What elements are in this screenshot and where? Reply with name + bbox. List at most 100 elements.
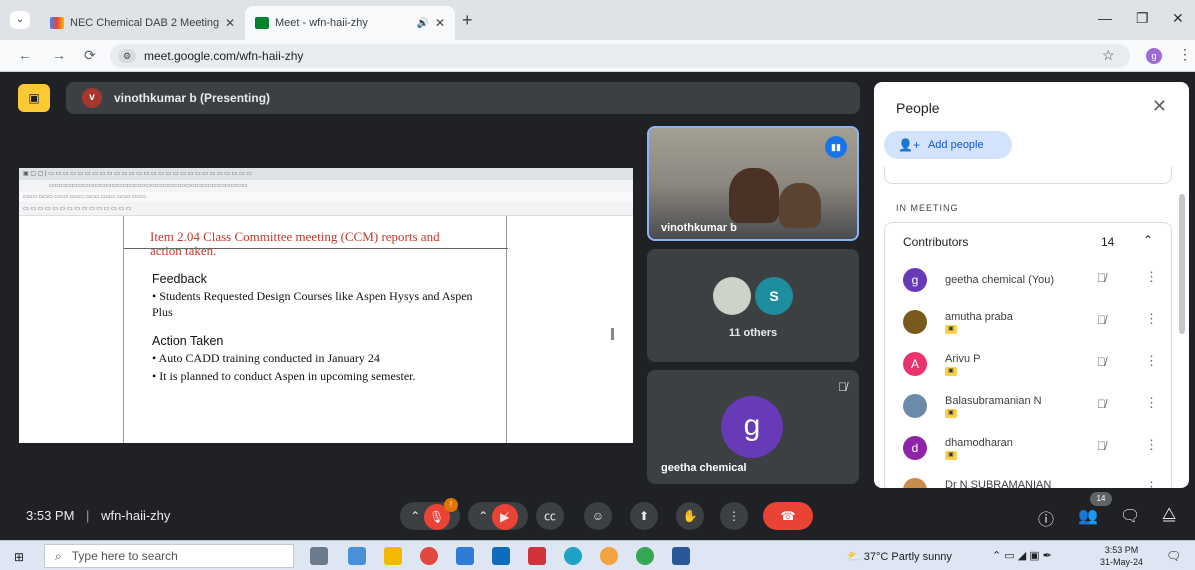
profile-avatar[interactable]: g — [1146, 48, 1162, 64]
meeting-clock: 3:53 PM | wfn-haii-zhy — [26, 508, 171, 523]
people-count-badge: 14 — [1090, 492, 1112, 506]
participant-tile-camera[interactable]: ▮▮ vinothkumar b — [647, 126, 859, 241]
shared-bookmarks-bar: ▭▭▭ ▭▭▭ ▭▭▭ ▭▭▭ ▭▭▭ ▭▭▭ ▭▭▭ ▭▭▭ — [19, 192, 633, 202]
search-people-field[interactable] — [884, 166, 1172, 184]
action-taken-title: Action Taken — [152, 334, 224, 348]
participant-name: Dr N SUBRAMANIAN — [945, 479, 1052, 488]
participant-row[interactable]: Balasubramanian N ▣ 🎙̸ ⋮ — [885, 389, 1173, 429]
taskbar-clock[interactable]: 3:53 PM 31-May-24 — [1100, 544, 1143, 568]
more-options-icon[interactable]: ⋮ — [1145, 395, 1158, 411]
task-view-icon[interactable] — [310, 547, 328, 565]
tab-title: Meet - wfn-haii-zhy — [275, 17, 368, 29]
minimize-icon[interactable]: — — [1098, 10, 1112, 26]
leave-call-button[interactable]: ☎ — [763, 502, 813, 530]
participant-avatar — [903, 478, 927, 488]
close-tab-icon[interactable]: ✕ — [435, 16, 445, 30]
camera-toggle-button[interactable]: ⌃ ▶̸ — [468, 502, 528, 530]
emoji-button[interactable]: ☺ — [584, 502, 612, 530]
presenter-label: vinothkumar b (Presenting) — [114, 91, 271, 105]
people-scrollbar[interactable] — [1179, 194, 1185, 334]
contributors-count: 14 — [1101, 235, 1115, 249]
speaking-indicator-icon: ▮▮ — [825, 136, 847, 158]
chevron-up-icon[interactable]: ⌃ — [1143, 233, 1153, 247]
people-panel-title: People — [896, 100, 940, 116]
bookmark-star-icon[interactable]: ☆ — [1102, 47, 1115, 64]
windows-start-icon[interactable]: ⊞ — [14, 550, 28, 564]
close-window-icon[interactable]: ✕ — [1172, 10, 1184, 27]
presenter-badge-icon: ▣ — [945, 325, 957, 334]
participant-row[interactable]: amutha praba ▣ 🎙̸ ⋮ — [885, 305, 1173, 345]
taskbar-app-icon[interactable] — [600, 547, 618, 565]
slide-divider — [124, 248, 508, 249]
video-person — [779, 183, 821, 228]
system-tray[interactable]: ⌃ ▭ ◢ ▣ ✒ — [992, 549, 1052, 562]
captions-button[interactable]: ㏄ — [536, 502, 564, 530]
notification-center-icon[interactable]: 🗨 — [1166, 549, 1181, 563]
participant-avatar: A — [903, 352, 927, 376]
close-tab-icon[interactable]: ✕ — [225, 16, 235, 30]
mic-warning-badge: ! — [444, 498, 458, 512]
mail-icon[interactable] — [492, 547, 510, 565]
presenter-badge-icon: ▣ — [945, 409, 957, 418]
contributors-label: Contributors — [903, 235, 969, 249]
participant-row[interactable]: d dhamodharan ▣ 🎙̸ ⋮ — [885, 431, 1173, 471]
raise-hand-button[interactable]: ✋ — [676, 502, 704, 530]
tab-nec-chemical[interactable]: NEC Chemical DAB 2 Meeting c ✕ — [40, 6, 245, 40]
more-options-icon[interactable]: ⋮ — [1145, 269, 1158, 285]
more-options-button[interactable]: ⋮ — [720, 502, 748, 530]
forward-icon[interactable]: → — [52, 47, 66, 63]
speaker-icon[interactable]: 🔊 — [416, 18, 428, 29]
participant-tile-self[interactable]: 🎙̸ g geetha chemical — [647, 370, 859, 484]
url-text: meet.google.com/wfn-haii-zhy — [144, 49, 304, 63]
search-icon: ⌕ — [55, 548, 62, 563]
new-tab-button[interactable]: + — [462, 10, 473, 31]
address-bar[interactable]: ⚙ meet.google.com/wfn-haii-zhy — [110, 44, 1130, 68]
participant-avatar — [713, 277, 751, 315]
presentation-icon[interactable]: ▣ — [18, 84, 50, 112]
taskbar-app-icon[interactable] — [528, 547, 546, 565]
participant-row[interactable]: g geetha chemical (You) 🎙̸ ⋮ — [885, 263, 1173, 303]
add-people-label: Add people — [927, 139, 984, 151]
restore-icon[interactable]: ❐ — [1136, 10, 1149, 27]
participant-avatar — [903, 394, 927, 418]
activities-icon[interactable]: ⧋ — [1162, 506, 1176, 524]
participant-tile-others[interactable]: S 11 others — [647, 249, 859, 362]
present-button[interactable]: ⬆ — [630, 502, 658, 530]
video-person — [729, 168, 779, 223]
slide-heading-line2: action taken. — [150, 243, 217, 258]
participant-row[interactable]: Dr N SUBRAMANIAN ⋮ — [885, 473, 1173, 488]
meeting-info-icon[interactable]: ⓘ — [1038, 506, 1054, 530]
add-people-button[interactable]: 👤+ Add people — [884, 131, 1012, 159]
participant-name: geetha chemical (You) — [945, 274, 1055, 286]
site-info-icon[interactable]: ⚙ — [118, 49, 136, 63]
word-icon[interactable] — [672, 547, 690, 565]
taskbar-search-input[interactable]: ⌕ Type here to search — [44, 544, 294, 568]
tab-meet[interactable]: Meet - wfn-haii-zhy 🔊 ✕ — [245, 6, 455, 40]
more-options-icon[interactable]: ⋮ — [1145, 479, 1158, 488]
mic-off-icon: 🎙̸ — [1097, 397, 1106, 411]
close-icon[interactable]: ✕ — [1152, 96, 1167, 117]
store-icon[interactable] — [456, 547, 474, 565]
participant-row[interactable]: A Arivu P ▣ 🎙̸ ⋮ — [885, 347, 1173, 387]
people-icon[interactable]: 👥 — [1078, 506, 1098, 526]
weather-text: 37°C Partly sunny — [863, 551, 952, 563]
reload-icon[interactable]: ⟳ — [84, 47, 96, 64]
taskbar-app-icon[interactable] — [348, 547, 366, 565]
file-explorer-icon[interactable] — [384, 547, 402, 565]
chrome-profile-icon[interactable] — [636, 547, 654, 565]
shared-screen: ▣ ▢ ▢ | ▭ ▭ ▭ ▭ ▭ ▭ ▭ ▭ ▭ ▭ ▭ ▭ ▭ ▭ ▭ ▭ … — [19, 168, 633, 443]
browser-toolbar: ← → ⟳ ⚙ meet.google.com/wfn-haii-zhy ☆ g… — [0, 40, 1195, 72]
browser-menu-icon[interactable]: ⋮ — [1178, 46, 1192, 63]
gmail-icon — [50, 17, 64, 29]
weather-widget[interactable]: ⛅ 37°C Partly sunny — [847, 550, 952, 563]
more-options-icon[interactable]: ⋮ — [1145, 311, 1158, 327]
presenter-badge-icon: ▣ — [945, 451, 957, 460]
more-options-icon[interactable]: ⋮ — [1145, 437, 1158, 453]
back-icon[interactable]: ← — [18, 47, 32, 63]
chat-icon[interactable]: 🗨 — [1120, 506, 1140, 526]
meeting-time: 3:53 PM — [26, 508, 75, 523]
edge-icon[interactable] — [564, 547, 582, 565]
more-options-icon[interactable]: ⋮ — [1145, 353, 1158, 369]
chrome-icon[interactable] — [420, 547, 438, 565]
tab-search-icon[interactable]: ⌄ — [10, 11, 30, 29]
